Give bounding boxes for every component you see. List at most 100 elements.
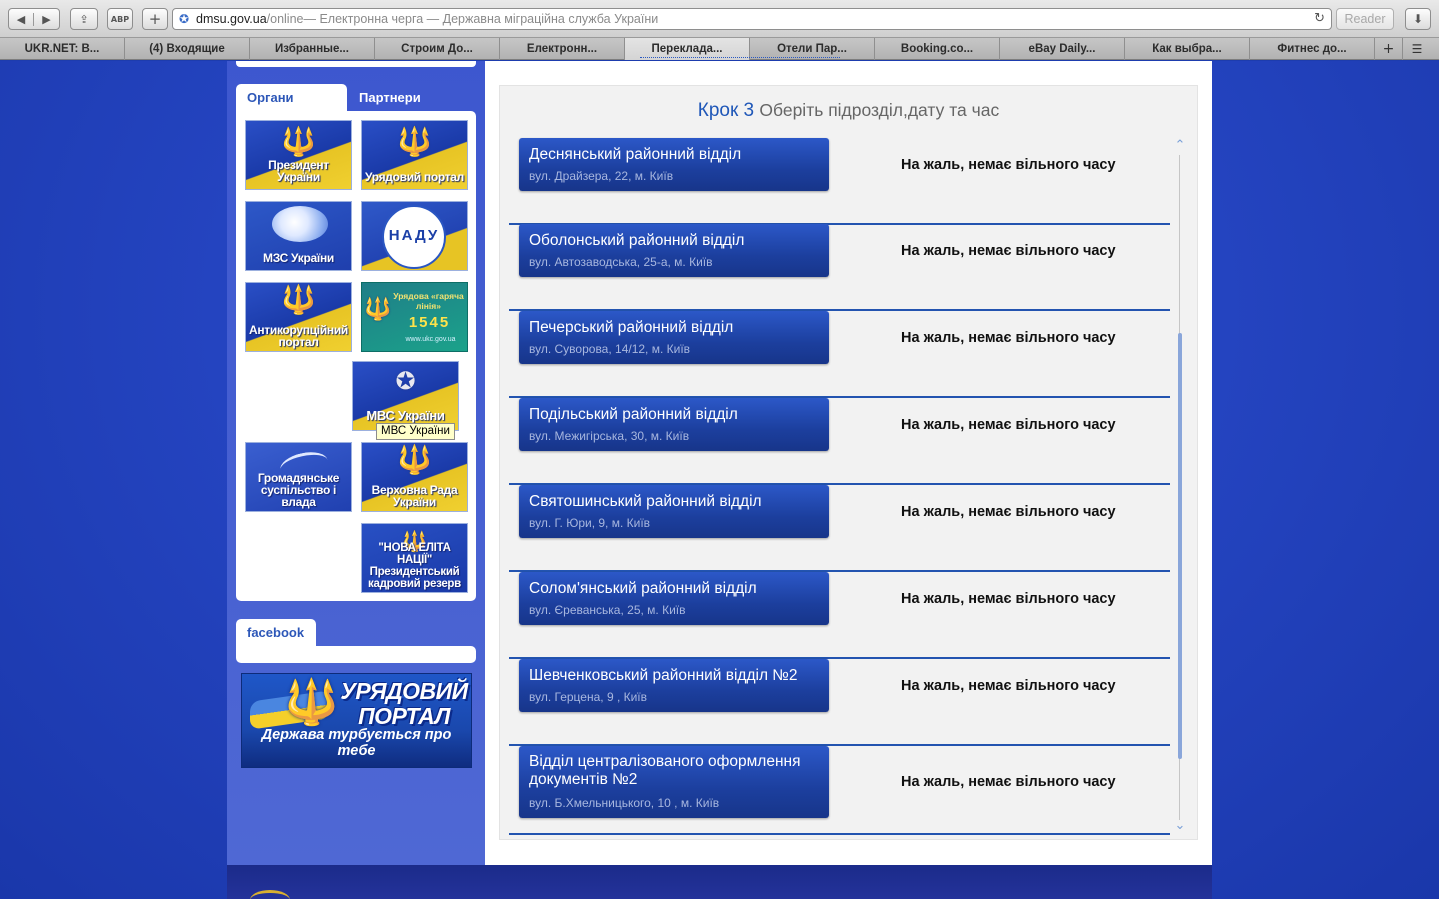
add-tab-icon[interactable]: + xyxy=(1375,38,1403,60)
department-address: вул. Єреванська, 25, м. Київ xyxy=(529,603,686,617)
link-label: "НОВА ЕЛІТА НАЦІЇ" Президентський кадров… xyxy=(368,542,461,590)
browser-tab[interactable]: UKR.NET: В... xyxy=(0,38,125,60)
availability-status: На жаль, немає вільного часу xyxy=(901,678,1116,694)
trident-icon: 🔱 xyxy=(284,677,339,728)
department-name: Деснянський районний відділ xyxy=(529,146,742,163)
reload-icon[interactable]: ↻ xyxy=(1314,11,1325,26)
department-name: Святошинський районний відділ xyxy=(529,493,762,510)
back-forward-buttons: ◀ ▶ xyxy=(8,8,60,30)
nadu-seal-icon: НАДУ xyxy=(382,205,446,269)
link-mvs[interactable]: ✪ МВС України xyxy=(352,361,459,431)
breadcrumb-links[interactable] xyxy=(640,57,840,65)
url-path: /online xyxy=(266,12,304,26)
browser-tab[interactable]: Електронн... xyxy=(500,38,625,60)
forward-icon[interactable]: ▶ xyxy=(34,13,59,26)
footer xyxy=(227,865,1212,899)
globe-icon xyxy=(272,206,328,242)
department-row: Печерський районний відділ вул. Суворова… xyxy=(509,311,1170,398)
government-portal-banner[interactable]: 🔱 УРЯДОВИЙ ПОРТАЛ Держава турбується про… xyxy=(241,673,472,768)
department-address: вул. Б.Хмельницького, 10 , м. Київ xyxy=(529,796,720,810)
department-address: вул. Г. Юри, 9, м. Київ xyxy=(529,516,651,530)
sidebar-top-box xyxy=(236,61,476,67)
department-card[interactable]: Святошинський районний відділ вул. Г. Юр… xyxy=(519,485,829,538)
link-civil-society[interactable]: Громадянське суспільство і влада xyxy=(245,442,352,512)
link-label: МЗС України xyxy=(263,251,334,265)
downloads-icon[interactable]: ⬇ xyxy=(1405,8,1431,30)
page-title: — Електронна черга — Державна міграційна… xyxy=(303,12,659,26)
tab-list-icon[interactable]: ☰ xyxy=(1403,38,1431,60)
link-anticorruption[interactable]: 🔱 Антикорупційний портал xyxy=(245,282,352,352)
department-row: Святошинський районний відділ вул. Г. Юр… xyxy=(509,485,1170,572)
department-card[interactable]: Солом'янський районний відділ вул. Єрева… xyxy=(519,572,829,625)
department-name: Шевченковський районний відділ №2 xyxy=(529,667,798,684)
trident-icon: 🔱 xyxy=(397,443,432,476)
department-name: Відділ централізованого оформлення докум… xyxy=(529,753,801,788)
address-bar[interactable]: ✪ dmsu.gov.ua/online — Електронна черга … xyxy=(172,8,1332,30)
availability-status: На жаль, немає вільного часу xyxy=(901,417,1116,433)
link-mfa[interactable]: МЗС України xyxy=(245,201,352,271)
link-government-portal[interactable]: 🔱 Урядовий портал xyxy=(361,120,468,190)
link-label: НАДУ xyxy=(388,227,440,244)
department-row: Шевченковський районний відділ №2 вул. Г… xyxy=(509,659,1170,746)
hotline-label: Урядова «гаряча лінія» xyxy=(393,291,464,311)
browser-tab[interactable]: Избранные... xyxy=(250,38,375,60)
browser-tab[interactable]: Booking.co... xyxy=(875,38,1000,60)
department-name: Оболонський районний відділ xyxy=(529,232,745,249)
adblock-icon[interactable]: ABP xyxy=(107,8,133,30)
trident-icon: 🔱 xyxy=(397,125,432,158)
link-president[interactable]: 🔱 Президент України xyxy=(245,120,352,190)
tab-facebook[interactable]: facebook xyxy=(236,619,316,647)
step-text: Оберіть підрозділ,дату та час xyxy=(759,100,1000,120)
department-address: вул. Герцена, 9 , Київ xyxy=(529,690,648,704)
chevron-down-icon[interactable]: ⌄ xyxy=(1174,818,1186,833)
trident-icon: 🔱 xyxy=(281,283,316,316)
browser-tab[interactable]: (4) Входящие xyxy=(125,38,250,60)
share-icon[interactable]: ⇪ xyxy=(70,8,98,30)
department-address: вул. Межигірська, 30, м. Київ xyxy=(529,429,690,443)
link-label: МВС України xyxy=(366,408,445,423)
link-hotline[interactable]: 🔱 Урядова «гаряча лінія» 1545 www.ukc.go… xyxy=(361,282,468,352)
link-label: Антикорупційний портал xyxy=(248,323,349,349)
department-card[interactable]: Шевченковський районний відділ №2 вул. Г… xyxy=(519,659,829,712)
new-tab-icon[interactable]: + xyxy=(142,8,168,30)
browser-tab[interactable]: Как выбра... xyxy=(1125,38,1250,60)
department-card[interactable]: Подільський районний відділ вул. Межигір… xyxy=(519,398,829,451)
browser-tab[interactable]: Фитнес до... xyxy=(1250,38,1375,60)
back-icon[interactable]: ◀ xyxy=(9,12,35,26)
tab-authorities[interactable]: Органи влади xyxy=(236,84,347,133)
department-name: Печерський районний відділ xyxy=(529,319,734,336)
availability-status: На жаль, немає вільного часу xyxy=(901,330,1116,346)
link-new-elite[interactable]: 🔱 "НОВА ЕЛІТА НАЦІЇ" Президентський кадр… xyxy=(361,523,468,593)
department-card[interactable]: Оболонський районний відділ вул. Автозав… xyxy=(519,224,829,277)
availability-status: На жаль, немає вільного часу xyxy=(901,504,1116,520)
department-row: Деснянський районний відділ вул. Драйзер… xyxy=(509,138,1170,225)
department-card[interactable]: Печерський районний відділ вул. Суворова… xyxy=(519,311,829,364)
link-nadu[interactable]: НАДУ xyxy=(361,201,468,271)
department-card[interactable]: Відділ централізованого оформлення докум… xyxy=(519,746,829,818)
department-row: Солом'янський районний відділ вул. Єрева… xyxy=(509,572,1170,659)
link-label: Громадянське суспільство і влада xyxy=(257,471,340,509)
availability-status: На жаль, немає вільного часу xyxy=(901,243,1116,259)
availability-status: На жаль, немає вільного часу xyxy=(901,157,1116,173)
scrollbar-thumb[interactable] xyxy=(1178,333,1182,759)
availability-status: На жаль, немає вільного часу xyxy=(901,774,1116,790)
trident-icon: 🔱 xyxy=(364,297,392,322)
tab-partners[interactable]: Партнери xyxy=(348,84,438,112)
department-address: вул. Драйзера, 22, м. Київ xyxy=(529,169,674,183)
department-row: Відділ централізованого оформлення докум… xyxy=(509,746,1170,835)
hotline-site: www.ukc.gov.ua xyxy=(405,336,456,343)
browser-tab[interactable]: Строим До... xyxy=(375,38,500,60)
department-row: Оболонський районний відділ вул. Автозав… xyxy=(509,224,1170,311)
reader-button[interactable]: Reader xyxy=(1336,8,1394,30)
department-name: Солом'янський районний відділ xyxy=(529,580,757,597)
link-verkhovna-rada[interactable]: 🔱 Верховна Рада України xyxy=(361,442,468,512)
availability-status: На жаль, немає вільного часу xyxy=(901,591,1116,607)
banner-title: УРЯДОВИЙ ПОРТАЛ xyxy=(340,678,468,729)
url-host: dmsu.gov.ua xyxy=(196,12,267,26)
chevron-up-icon[interactable]: ⌃ xyxy=(1174,138,1186,153)
department-card[interactable]: Деснянський районний відділ вул. Драйзер… xyxy=(519,138,829,191)
department-name: Подільський районний відділ xyxy=(529,406,738,423)
browser-tab[interactable]: eBay Daily... xyxy=(1000,38,1125,60)
trident-icon: 🔱 xyxy=(281,125,316,158)
link-label: Урядовий портал xyxy=(364,170,465,184)
